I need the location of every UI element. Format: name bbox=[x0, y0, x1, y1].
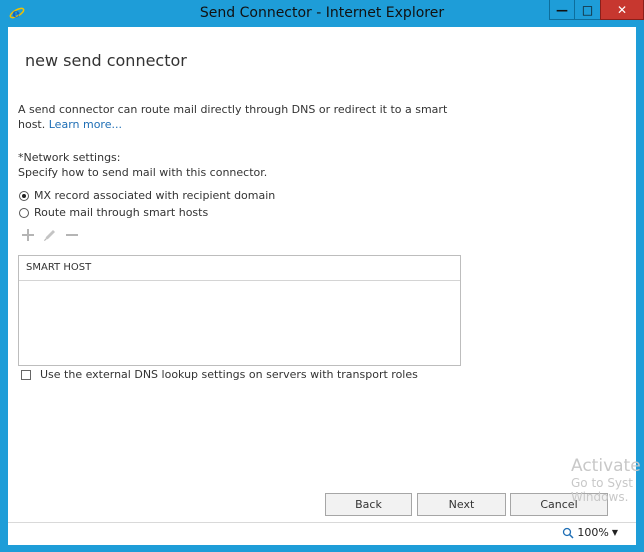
external-dns-label: Use the external DNS lookup settings on … bbox=[40, 368, 418, 381]
chevron-down-icon[interactable]: ▼ bbox=[612, 528, 618, 537]
network-settings-label: *Network settings: bbox=[18, 151, 121, 164]
edit-icon[interactable] bbox=[42, 227, 58, 243]
minimize-button[interactable]: — bbox=[549, 0, 575, 20]
watermark-line-3: Windows. bbox=[571, 490, 629, 504]
maximize-icon: □ bbox=[581, 2, 594, 17]
window-title: Send Connector - Internet Explorer bbox=[199, 5, 445, 21]
activation-watermark: Activate Go to Syst Windows. bbox=[571, 456, 641, 504]
close-button[interactable]: ✕ bbox=[600, 0, 644, 20]
next-button[interactable]: Next bbox=[417, 493, 506, 516]
close-icon: ✕ bbox=[616, 2, 628, 17]
mx-record-option[interactable]: MX record associated with recipient doma… bbox=[19, 189, 275, 202]
mx-record-radio[interactable] bbox=[19, 190, 29, 201]
page-content: new send connector A send connector can … bbox=[8, 27, 636, 522]
smart-host-option[interactable]: Route mail through smart hosts bbox=[19, 206, 208, 219]
zoom-level: 100% bbox=[577, 526, 609, 539]
description-text: A send connector can route mail directly… bbox=[18, 102, 458, 132]
learn-more-link[interactable]: Learn more... bbox=[49, 118, 122, 131]
watermark-line-2: Go to Syst bbox=[571, 476, 633, 490]
watermark-line-1: Activate bbox=[571, 456, 641, 476]
add-icon[interactable] bbox=[20, 227, 36, 243]
status-bar: 100% ▼ bbox=[8, 522, 636, 545]
external-dns-checkbox[interactable] bbox=[21, 369, 31, 380]
smart-host-list[interactable]: SMART HOST bbox=[18, 255, 461, 366]
network-settings-hint: Specify how to send mail with this conne… bbox=[18, 166, 268, 179]
title-bar: e Send Connector - Internet Explorer — □… bbox=[0, 0, 644, 27]
zoom-control[interactable]: 100% ▼ bbox=[562, 526, 618, 539]
smart-host-header: SMART HOST bbox=[19, 256, 460, 281]
page-title: new send connector bbox=[25, 51, 187, 70]
smart-host-label: Route mail through smart hosts bbox=[34, 206, 209, 219]
smart-host-column-header[interactable]: SMART HOST bbox=[26, 262, 91, 273]
back-button[interactable]: Back bbox=[325, 493, 412, 516]
zoom-icon bbox=[563, 527, 574, 539]
maximize-button[interactable]: □ bbox=[574, 0, 601, 20]
smart-host-radio[interactable] bbox=[19, 207, 29, 218]
remove-icon[interactable] bbox=[64, 227, 80, 243]
mx-record-label: MX record associated with recipient doma… bbox=[34, 189, 276, 202]
external-dns-option[interactable]: Use the external DNS lookup settings on … bbox=[21, 368, 418, 381]
smart-host-toolbar bbox=[20, 227, 80, 243]
minimize-icon: — bbox=[556, 2, 568, 17]
